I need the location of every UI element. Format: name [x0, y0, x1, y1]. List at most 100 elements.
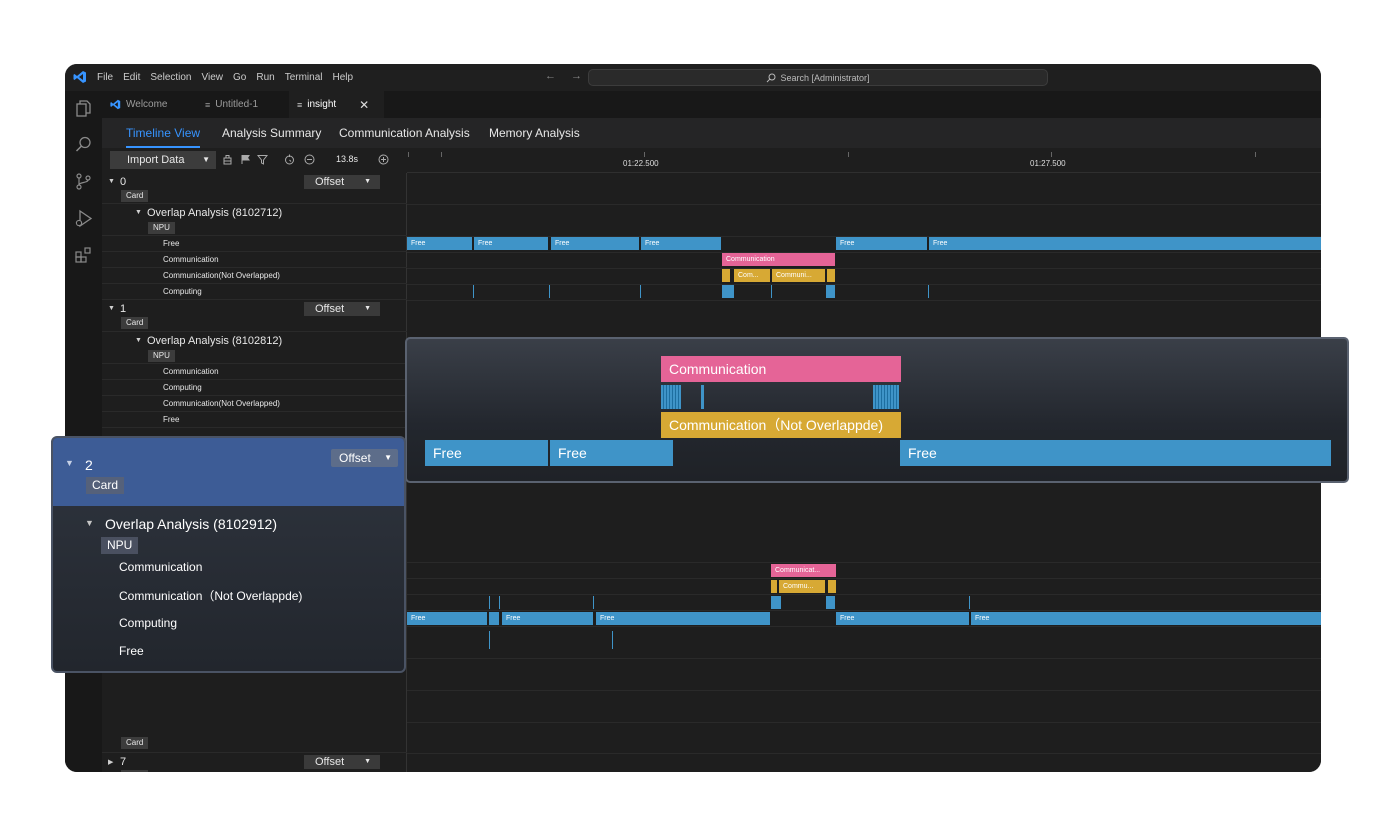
not-overlapped-slice[interactable]	[722, 269, 730, 282]
zoom-out-icon[interactable]	[304, 154, 315, 165]
group-row-6[interactable]: Card	[102, 722, 407, 753]
run-debug-icon[interactable]	[74, 209, 93, 228]
reset-zoom-icon[interactable]	[284, 154, 295, 165]
tab-insight[interactable]: ≡ insight ✕	[289, 91, 384, 118]
lane-row[interactable]: Communication(Not Overlapped)	[102, 268, 407, 284]
not-overlapped-slice[interactable]: Com...	[734, 269, 770, 282]
offset-dropdown[interactable]: Offset ▼	[304, 755, 380, 769]
offset-dropdown[interactable]: Offset ▼	[304, 302, 380, 316]
menu-file[interactable]: File	[97, 72, 113, 83]
free-slice[interactable]: Free	[900, 440, 1331, 466]
analysis-row[interactable]: ▼ Overlap Analysis (8102712) NPU	[102, 204, 407, 236]
menu-selection[interactable]: Selection	[150, 72, 191, 83]
computing-slice[interactable]	[489, 596, 490, 609]
free-slice[interactable]: Free	[425, 440, 548, 466]
computing-slice[interactable]	[969, 596, 970, 609]
free-slice[interactable]	[489, 612, 499, 625]
explorer-icon[interactable]	[74, 99, 93, 118]
caret-down-icon[interactable]: ▼	[108, 305, 115, 312]
caret-down-icon[interactable]: ▼	[85, 518, 94, 528]
free-slice[interactable]: Free	[836, 237, 927, 250]
group-popup-header[interactable]: ▼ 2 Card Offset ▼	[53, 438, 404, 506]
command-search-box[interactable]: Search [Administrator]	[588, 69, 1048, 86]
computing-slice[interactable]	[826, 596, 835, 609]
lane-row[interactable]: Free	[102, 236, 407, 252]
lane-label[interactable]: Communication	[119, 560, 202, 574]
caret-down-icon[interactable]: ▼	[135, 337, 142, 344]
computing-slice[interactable]	[593, 596, 594, 609]
tab-memory-analysis[interactable]: Memory Analysis	[489, 118, 580, 148]
menu-edit[interactable]: Edit	[123, 72, 140, 83]
menu-go[interactable]: Go	[233, 72, 246, 83]
menu-terminal[interactable]: Terminal	[285, 72, 323, 83]
flag-icon[interactable]	[240, 154, 251, 165]
lane-row[interactable]: Communication	[102, 252, 407, 268]
free-slice[interactable]: Free	[474, 237, 548, 250]
search-icon[interactable]	[74, 135, 93, 154]
communication-slice[interactable]: Communication	[661, 356, 901, 382]
free-slice[interactable]: Free	[971, 612, 1321, 625]
group-row-0[interactable]: ▼ 0 Offset ▼ Card	[102, 173, 407, 204]
lane-row[interactable]: Computing	[102, 380, 407, 396]
close-icon[interactable]: ✕	[359, 98, 369, 112]
caret-down-icon[interactable]: ▼	[108, 178, 115, 185]
import-data-button[interactable]: Import Data ▼	[110, 151, 216, 169]
not-overlapped-slice[interactable]	[827, 269, 835, 282]
computing-slice[interactable]	[499, 596, 500, 609]
caret-right-icon[interactable]: ▶	[108, 758, 113, 766]
free-slice[interactable]: Free	[641, 237, 721, 250]
free-slice[interactable]: Free	[836, 612, 969, 625]
group-row-1[interactable]: ▼ 1 Offset ▼ Card	[102, 300, 407, 332]
filter-icon[interactable]	[257, 154, 268, 165]
nav-arrows[interactable]: ← →	[545, 70, 588, 82]
extensions-icon[interactable]	[74, 246, 93, 265]
not-overlapped-slice[interactable]	[771, 580, 777, 593]
free-slice[interactable]: Free	[596, 612, 770, 625]
computing-slice[interactable]	[826, 285, 835, 298]
offset-dropdown[interactable]: Offset ▼	[331, 449, 398, 467]
caret-down-icon[interactable]: ▼	[135, 209, 142, 216]
analysis-row[interactable]: ▼ Overlap Analysis (8102812) NPU	[102, 332, 407, 364]
computing-slice[interactable]	[701, 385, 704, 409]
tab-welcome[interactable]: Welcome	[102, 91, 194, 118]
communication-slice[interactable]: Communication	[722, 253, 835, 266]
free-slice[interactable]: Free	[502, 612, 593, 625]
lane-row[interactable]: Communication(Not Overlapped)	[102, 396, 407, 412]
free-slice[interactable]: Free	[407, 237, 472, 250]
tab-timeline-view[interactable]: Timeline View	[126, 118, 201, 148]
computing-slice[interactable]	[771, 596, 781, 609]
lane-row[interactable]: Communication	[102, 364, 407, 380]
not-overlapped-slice[interactable]: Commu...	[779, 580, 825, 593]
menu-help[interactable]: Help	[333, 72, 354, 83]
free-slice[interactable]: Free	[407, 612, 487, 625]
lane-row[interactable]: Free	[102, 412, 407, 428]
computing-slice[interactable]	[661, 385, 681, 409]
computing-slice[interactable]	[549, 285, 550, 298]
zoom-in-icon[interactable]	[378, 154, 389, 165]
clear-icon[interactable]	[222, 154, 233, 165]
computing-slice[interactable]	[771, 285, 772, 298]
tab-analysis-summary[interactable]: Analysis Summary	[222, 118, 321, 148]
menu-view[interactable]: View	[202, 72, 224, 83]
free-slice[interactable]: Free	[550, 440, 673, 466]
caret-down-icon[interactable]: ▼	[65, 458, 74, 468]
menu-run[interactable]: Run	[256, 72, 274, 83]
computing-slice[interactable]	[640, 285, 641, 298]
tab-untitled-1[interactable]: ≡ Untitled-1	[197, 91, 289, 118]
not-overlapped-slice[interactable]: Communication（Not Overlappde)	[661, 412, 901, 438]
computing-slice[interactable]	[928, 285, 929, 298]
not-overlapped-slice[interactable]: Communi...	[772, 269, 825, 282]
lane-row[interactable]: Computing	[102, 284, 407, 300]
communication-slice[interactable]: Communicat...	[771, 564, 836, 577]
free-slice[interactable]: Free	[929, 237, 1321, 250]
lane-label[interactable]: Free	[119, 644, 144, 658]
computing-slice[interactable]	[473, 285, 474, 298]
computing-slice[interactable]	[489, 631, 490, 649]
computing-slice[interactable]	[612, 631, 613, 649]
free-slice[interactable]: Free	[551, 237, 639, 250]
computing-slice[interactable]	[722, 285, 734, 298]
offset-dropdown[interactable]: Offset ▼	[304, 175, 380, 189]
lane-label[interactable]: Communication（Not Overlappde)	[119, 587, 302, 604]
source-control-icon[interactable]	[74, 172, 93, 191]
not-overlapped-slice[interactable]	[828, 580, 836, 593]
